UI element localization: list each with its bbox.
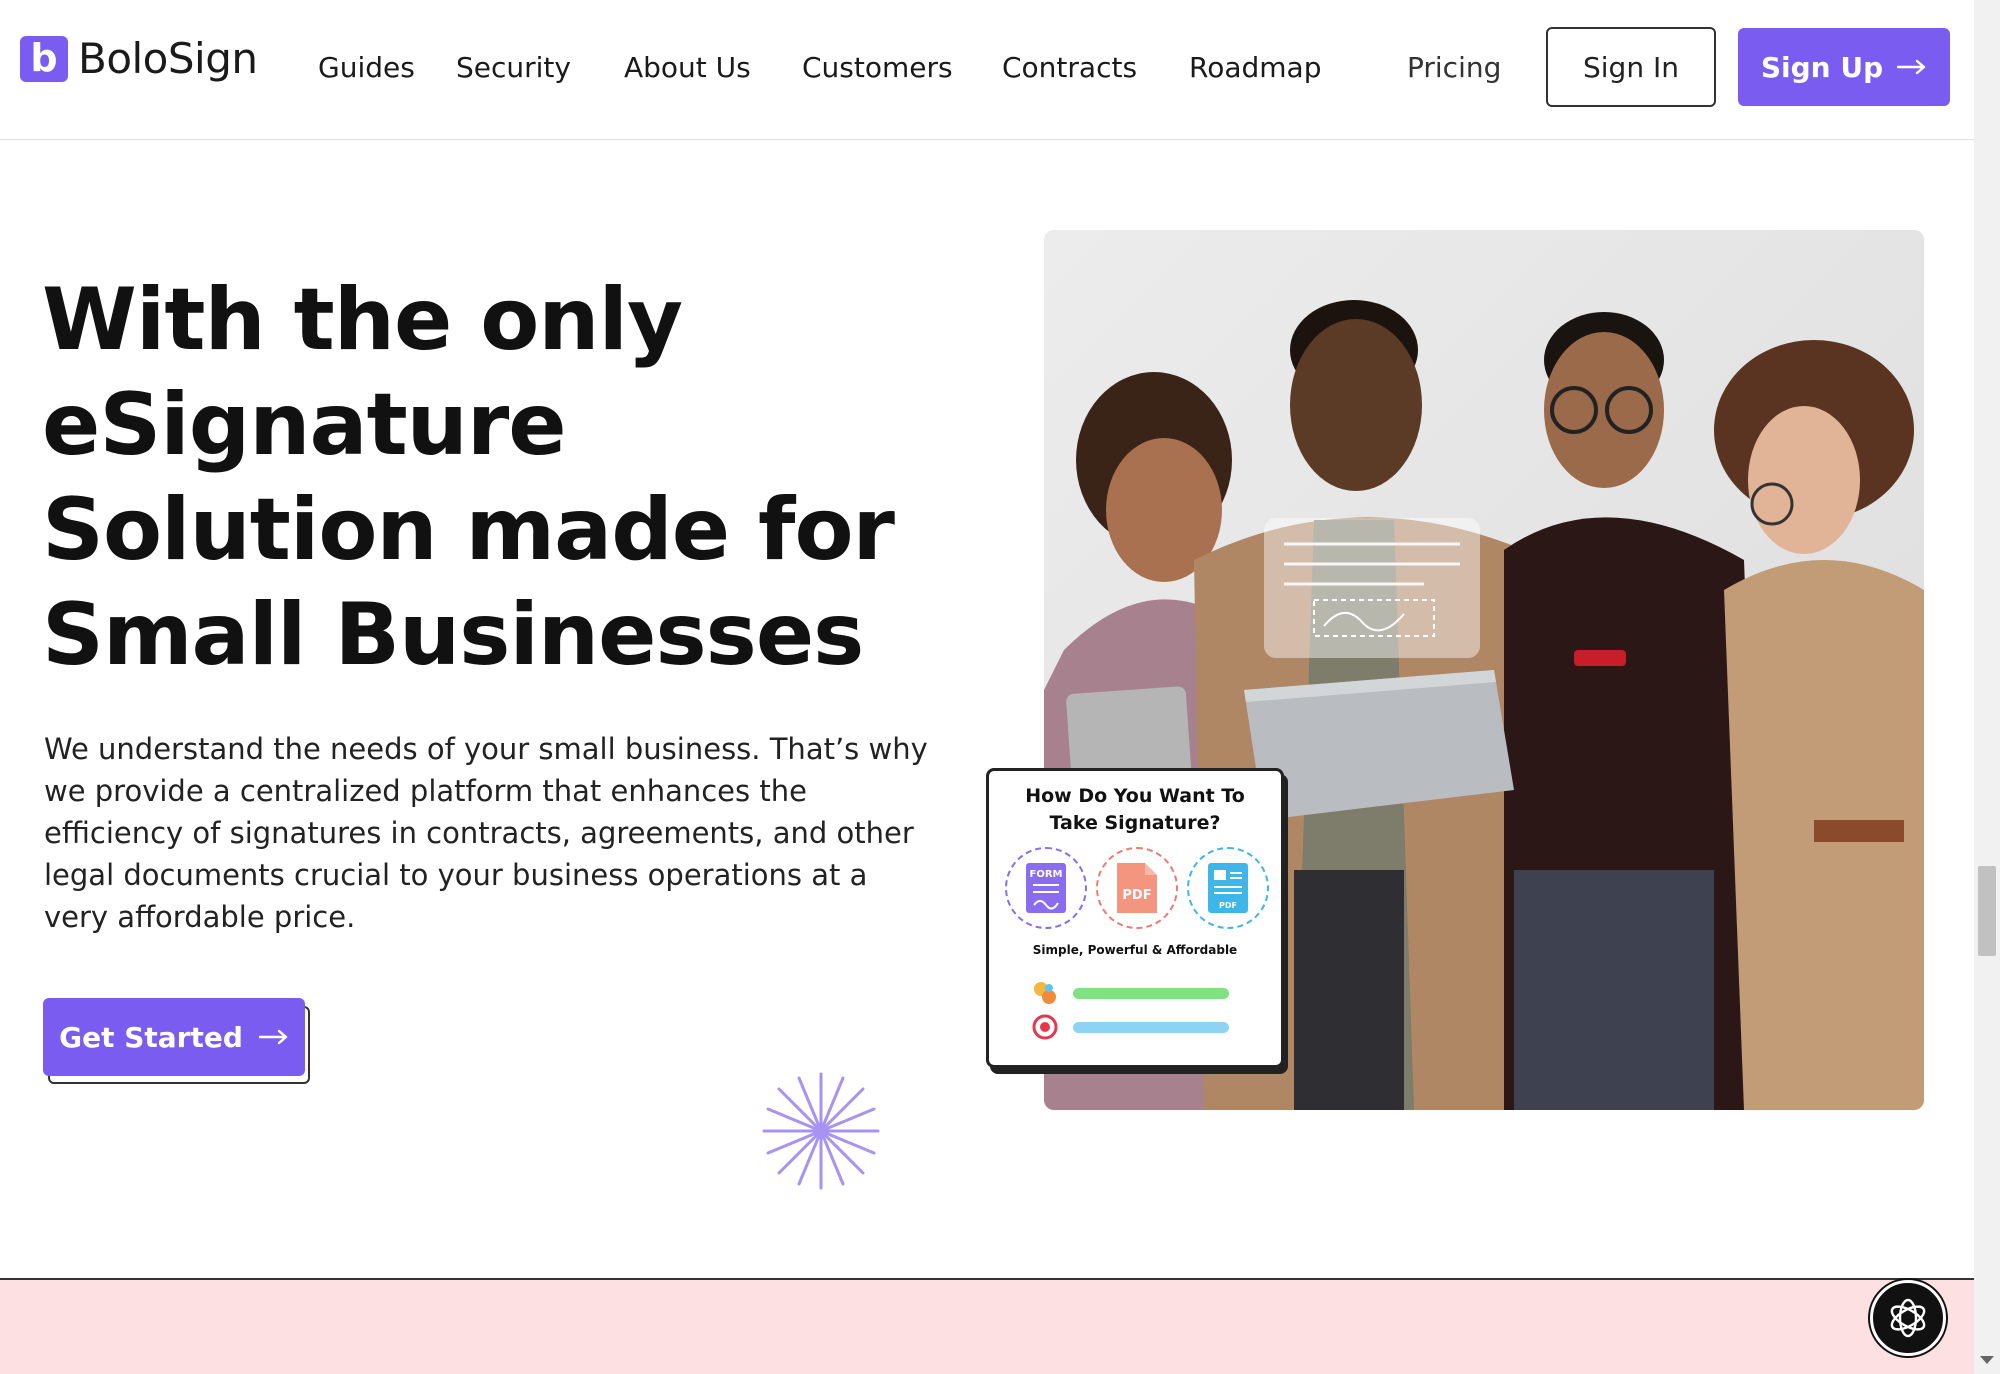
document-icon-label: PDF — [1219, 901, 1237, 910]
arrow-right-icon — [1897, 59, 1926, 75]
signature-options-card: How Do You Want To Take Signature? FORM … — [986, 768, 1284, 1068]
hero-description-line: very affordable price. — [44, 900, 356, 934]
signature-card-row — [1031, 1013, 1245, 1041]
nav-link-about-us[interactable]: About Us — [624, 48, 751, 88]
signature-card-title: How Do You Want To Take Signature? — [989, 783, 1281, 837]
nav-link-roadmap[interactable]: Roadmap — [1189, 48, 1321, 88]
sign-in-button[interactable]: Sign In — [1546, 27, 1716, 107]
form-icon-label: FORM — [1030, 869, 1063, 880]
scrollbar-thumb[interactable] — [1978, 866, 1996, 956]
hero-title-line: With the only — [42, 270, 683, 370]
arrow-right-icon — [258, 1029, 288, 1045]
hero-title-line: Solution made for — [42, 480, 895, 580]
nav-link-customers[interactable]: Customers — [802, 48, 953, 88]
hero-description-line: We understand the needs of your small bu… — [44, 732, 928, 766]
sign-in-label: Sign In — [1583, 50, 1679, 84]
pdf-option[interactable]: PDF — [1096, 847, 1178, 929]
hero-description-line: legal documents crucial to your business… — [44, 858, 868, 892]
hero-description: We understand the needs of your small bu… — [44, 728, 944, 938]
hero-title-line: eSignature — [42, 375, 567, 475]
hero-title-line: Small Businesses — [42, 585, 864, 685]
sparkle-icon — [762, 1072, 880, 1190]
sign-up-label: Sign Up — [1760, 50, 1884, 84]
scroll-down-arrow-icon[interactable] — [1980, 1356, 1994, 1364]
top-navbar: b BoloSign Guides Security About Us Cust… — [0, 0, 1974, 140]
hero-description-line: efficiency of signatures in contracts, a… — [44, 816, 914, 850]
progress-bar-blue — [1073, 1022, 1229, 1033]
progress-bar-green — [1073, 988, 1229, 999]
page-scrollbar[interactable] — [1974, 0, 2000, 1374]
nav-link-contracts[interactable]: Contracts — [1002, 48, 1137, 88]
target-icon — [1032, 1014, 1058, 1040]
nav-link-security[interactable]: Security — [456, 48, 571, 88]
form-option[interactable]: FORM — [1005, 847, 1087, 929]
sign-up-button[interactable]: Sign Up — [1738, 28, 1950, 106]
chatbot-icon — [1890, 1298, 1926, 1338]
form-icon: FORM — [1026, 863, 1066, 913]
puzzle-icon — [1034, 982, 1056, 1004]
get-started-button[interactable]: Get Started — [43, 998, 305, 1076]
nav-link-guides[interactable]: Guides — [318, 48, 415, 88]
signature-card-title-line: Take Signature? — [1049, 812, 1221, 834]
hero-description-line: we provide a centralized platform that e… — [44, 774, 807, 808]
nav-links: Guides Security About Us Customers Contr… — [0, 48, 1501, 88]
pdf-icon-label: PDF — [1122, 888, 1151, 903]
signature-card-tagline: Simple, Powerful & Affordable — [1032, 943, 1238, 957]
hero-title: With the only eSignature Solution made f… — [42, 268, 942, 688]
signature-card-title-line: How Do You Want To — [1025, 785, 1245, 807]
document-option[interactable]: PDF — [1187, 847, 1269, 929]
pdf-icon: PDF — [1117, 863, 1157, 913]
chatbot-button[interactable] — [1870, 1280, 1946, 1356]
next-section-band — [0, 1278, 1974, 1374]
nav-link-pricing[interactable]: Pricing — [1407, 48, 1501, 88]
signature-card-row — [1031, 979, 1245, 1007]
get-started-label: Get Started — [59, 1020, 243, 1054]
document-icon: PDF — [1208, 863, 1248, 913]
